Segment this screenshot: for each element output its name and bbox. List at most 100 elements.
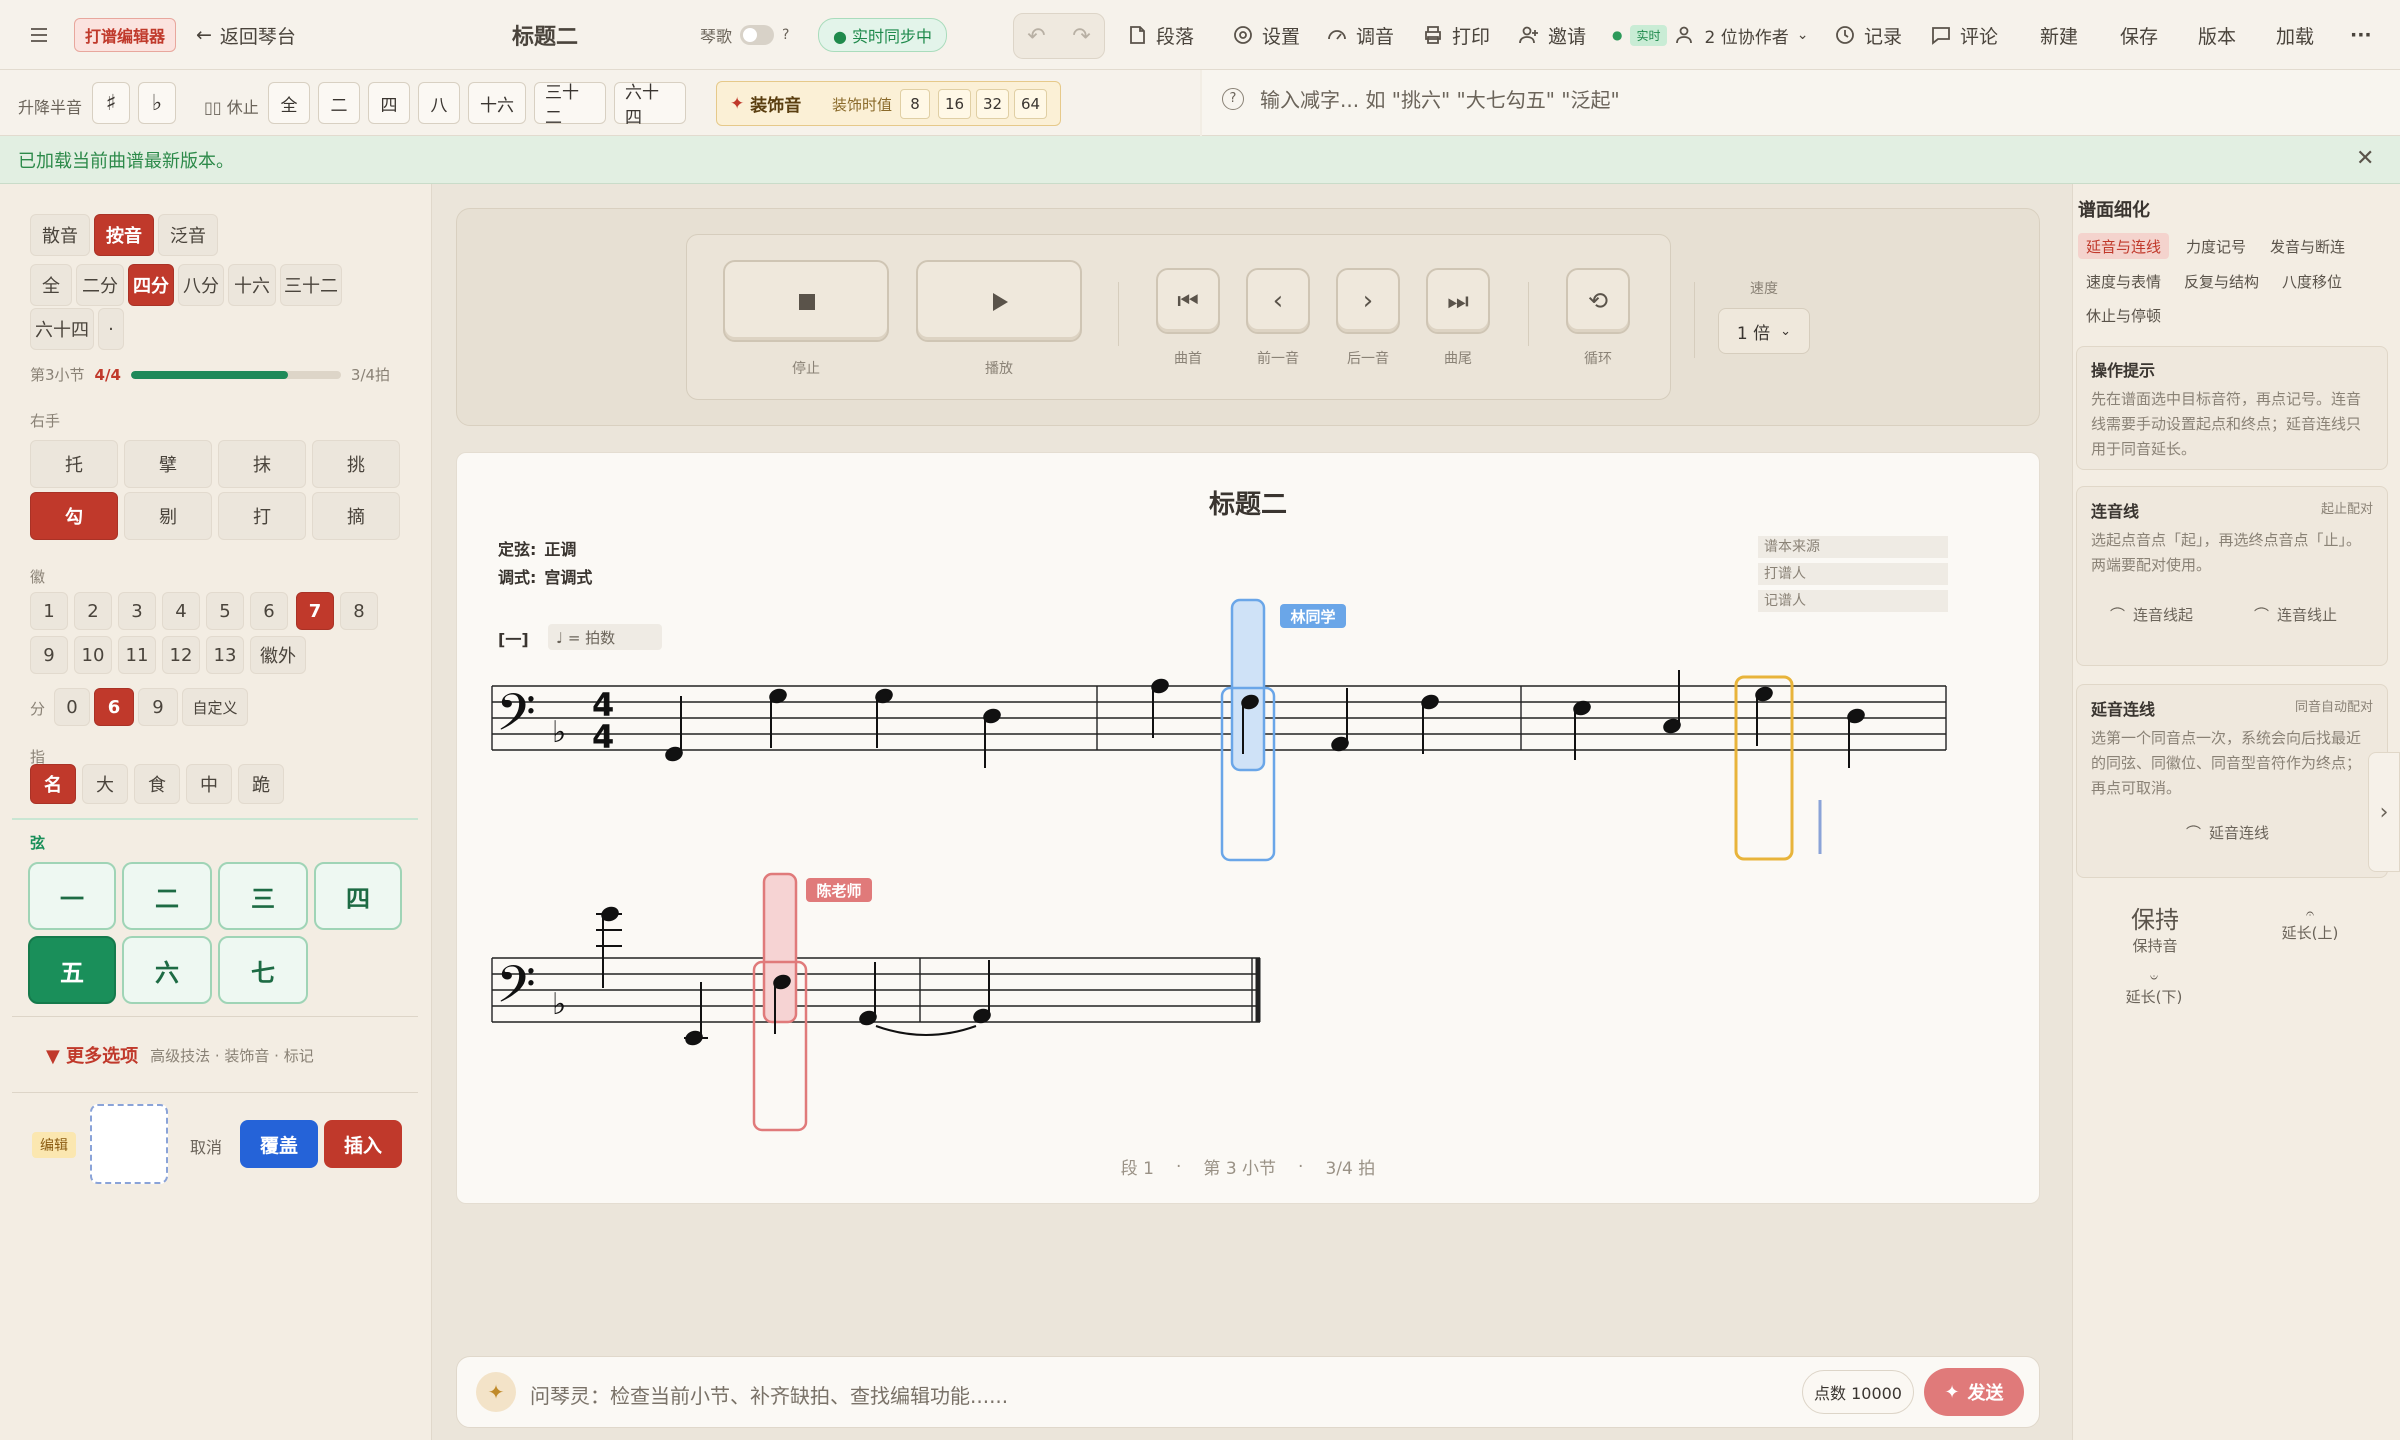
version-button[interactable]: 版本: [2198, 0, 2236, 70]
jianzi-char[interactable]: 𭁫: [1648, 806, 1696, 846]
jianzi-char[interactable]: 𭁭: [1832, 806, 1880, 846]
duration-16th-button[interactable]: 十六: [468, 82, 526, 124]
jianzi-char[interactable]: 𭁱: [842, 1078, 890, 1118]
tab-octave[interactable]: 八度移位: [2274, 268, 2350, 294]
duration-half-button[interactable]: 二: [318, 82, 360, 124]
hamburger-menu-icon[interactable]: [28, 0, 50, 70]
speed-select[interactable]: 1 倍 ⌄: [1718, 308, 1810, 354]
jianzi-char[interactable]: 𭁤: [860, 806, 908, 846]
cancel-button[interactable]: 取消: [190, 1134, 222, 1158]
hui-7-button[interactable]: 7: [296, 592, 334, 630]
dur-32nd[interactable]: 三十二: [280, 264, 342, 306]
ornament-8-button[interactable]: 8: [900, 89, 930, 119]
rh-tiao[interactable]: 挑: [312, 440, 400, 488]
overwrite-button[interactable]: 覆盖: [240, 1120, 318, 1168]
jianzi-search-input[interactable]: ? 输入减字... 如 "挑六" "大七勾五" "泛起": [1222, 84, 1620, 113]
string-1-button[interactable]: 一: [28, 862, 116, 930]
dur-64th[interactable]: 六十四: [30, 308, 94, 350]
first-button[interactable]: ⏮: [1156, 268, 1220, 334]
duration-64th-button[interactable]: 六十四: [614, 82, 686, 124]
undo-icon[interactable]: ↶: [1027, 24, 1045, 49]
hui-6-button[interactable]: 6: [250, 592, 288, 630]
tab-rest[interactable]: 休止与停顿: [2078, 302, 2169, 328]
jianzi-char[interactable]: 𭁮: [586, 1078, 634, 1118]
menu-tuning[interactable]: 调音: [1326, 0, 1394, 70]
jianzi-char[interactable]: 𭁢: [652, 806, 700, 846]
rh-ti[interactable]: 剔: [124, 492, 212, 540]
load-button[interactable]: 加载: [2276, 0, 2314, 70]
rh-tuo[interactable]: 托: [30, 440, 118, 488]
tie-button[interactable]: ⌒ 延音连线: [2186, 822, 2269, 843]
send-button[interactable]: ✦ 发送: [1924, 1368, 2024, 1416]
ornament-16-button[interactable]: 16: [938, 89, 971, 119]
jianzi-char[interactable]: 𭁯: [672, 1078, 720, 1118]
redo-icon[interactable]: ↷: [1072, 24, 1090, 49]
insert-button[interactable]: 插入: [324, 1120, 402, 1168]
hui-10-button[interactable]: 10: [74, 636, 112, 674]
jianzi-char[interactable]: 𭁨: [1316, 806, 1364, 846]
menu-print[interactable]: 打印: [1422, 0, 1490, 70]
tab-articulation[interactable]: 发音与断连: [2262, 233, 2353, 259]
hui-12-button[interactable]: 12: [162, 636, 200, 674]
finger-da[interactable]: 大: [82, 764, 128, 804]
stop-button[interactable]: [723, 260, 889, 342]
qinge-toggle[interactable]: [740, 25, 774, 45]
string-7-button[interactable]: 七: [218, 936, 308, 1004]
duration-32nd-button[interactable]: 三十二: [534, 82, 606, 124]
menu-invite[interactable]: 邀请: [1518, 0, 1586, 70]
hui-4-button[interactable]: 4: [162, 592, 200, 630]
tab-dynamics[interactable]: 力度记号: [2178, 233, 2254, 259]
hui-13-button[interactable]: 13: [206, 636, 244, 674]
flat-button[interactable]: ♭: [138, 82, 176, 124]
dur-16th[interactable]: 十六: [228, 264, 276, 306]
slur-end-button[interactable]: ⌒ 连音线止: [2254, 604, 2337, 625]
ornament-64-button[interactable]: 64: [1014, 89, 1047, 119]
fen-9[interactable]: 9: [138, 688, 178, 726]
hui-5-button[interactable]: 5: [206, 592, 244, 630]
hold-button[interactable]: 保持 保持音: [2110, 900, 2200, 956]
save-button[interactable]: 保存: [2120, 0, 2158, 70]
ornament-32-button[interactable]: 32: [976, 89, 1009, 119]
collaborators-button[interactable]: ● 实时 2 位协作者 ⌄: [1612, 0, 1808, 70]
chat-input[interactable]: 问琴灵：检查当前小节、补齐缺拍、查找编辑功能......: [530, 1380, 1008, 1409]
menu-comments[interactable]: 评论: [1930, 0, 1998, 70]
hui-9-button[interactable]: 9: [30, 636, 68, 674]
loop-button[interactable]: ⟲: [1566, 268, 1630, 334]
fermata-up-button[interactable]: 𝄐 延长(上): [2260, 906, 2360, 943]
jianzi-char[interactable]: 𭁪: [1558, 806, 1606, 846]
back-button[interactable]: ← 返回琴台: [196, 0, 296, 70]
tab-tie-slur[interactable]: 延音与连线: [2078, 233, 2169, 259]
jianzi-char[interactable]: 𭁥: [966, 806, 1014, 846]
string-5-button[interactable]: 五: [28, 936, 116, 1004]
new-button[interactable]: 新建: [2040, 0, 2078, 70]
next-button[interactable]: ›: [1336, 268, 1400, 334]
hui-2-button[interactable]: 2: [74, 592, 112, 630]
tie-arc[interactable]: [876, 1026, 976, 1035]
hui-11-button[interactable]: 11: [118, 636, 156, 674]
tab-repeat[interactable]: 反复与结构: [2176, 268, 2267, 294]
tab-tempo[interactable]: 速度与表情: [2078, 268, 2169, 294]
tone-harmonic-button[interactable]: 泛音: [158, 214, 218, 256]
panel-collapse-button[interactable]: ›: [2368, 752, 2400, 872]
tone-stopped-button[interactable]: 按音: [94, 214, 154, 256]
finger-shi[interactable]: 食: [134, 764, 180, 804]
help-icon[interactable]: ?: [782, 27, 789, 43]
jianzi-char[interactable]: 𭁣: [752, 806, 800, 846]
menu-section[interactable]: 段落: [1126, 0, 1194, 70]
menu-settings[interactable]: 设置: [1232, 0, 1300, 70]
more-icon[interactable]: ···: [2350, 0, 2372, 70]
tone-open-button[interactable]: 散音: [30, 214, 90, 256]
dur-eighth[interactable]: 八分: [178, 264, 224, 306]
dur-dot[interactable]: ·: [98, 308, 124, 350]
rh-mo[interactable]: 抹: [218, 440, 306, 488]
string-4-button[interactable]: 四: [314, 862, 402, 930]
jianzi-char[interactable]: 𭁧: [1226, 806, 1274, 846]
sharp-button[interactable]: ♯: [92, 82, 130, 124]
jianzi-char[interactable]: 𭁰: [758, 1078, 806, 1118]
rh-gou[interactable]: 勾: [30, 492, 118, 540]
document-title[interactable]: 标题二: [512, 0, 578, 70]
jianzi-char[interactable]: 𭁩: [1406, 800, 1454, 840]
hui-8-button[interactable]: 8: [340, 592, 378, 630]
menu-history[interactable]: 记录: [1834, 0, 1902, 70]
fen-custom[interactable]: 自定义: [182, 688, 248, 726]
